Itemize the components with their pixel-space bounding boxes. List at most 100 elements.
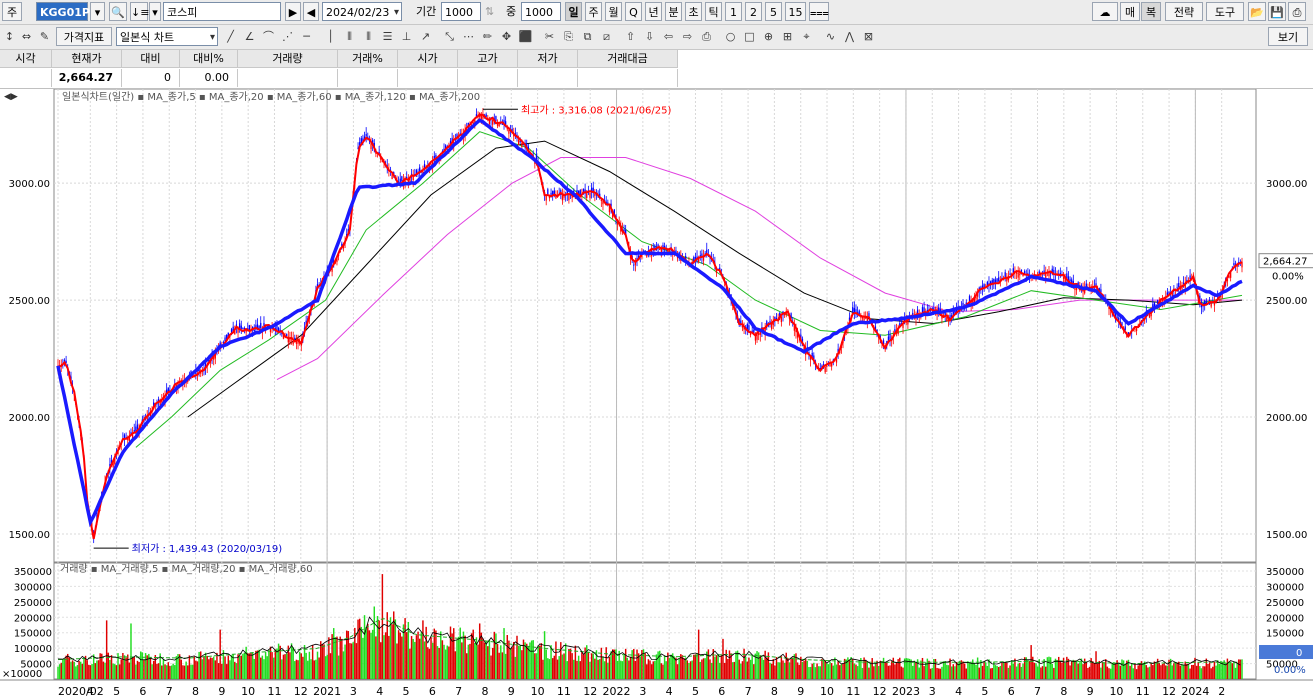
spin-icon[interactable]: ⇅ xyxy=(485,2,494,21)
play-icon[interactable]: ▶ xyxy=(285,2,301,21)
search-icon[interactable]: 🔍 xyxy=(109,2,127,21)
grid-icon[interactable]: ☰ xyxy=(379,27,396,45)
edit-icon[interactable]: ✎ xyxy=(36,27,53,45)
chart-type-select[interactable]: 일본식 차트 xyxy=(116,27,218,47)
wave-icon[interactable]: ∿ xyxy=(822,27,839,45)
tile-icon[interactable]: ⊞ xyxy=(779,27,796,45)
open-icon[interactable]: 📂 xyxy=(1248,2,1266,21)
strategy-button[interactable]: 전략 xyxy=(1165,2,1203,21)
channel-icon[interactable]: ⤡ xyxy=(441,27,458,45)
fill-icon[interactable]: ⬛ xyxy=(517,27,534,45)
volume-bar xyxy=(199,651,202,679)
volume-bar xyxy=(646,664,648,679)
volume-bar xyxy=(407,621,410,679)
interval-tab[interactable]: 년 xyxy=(645,2,662,21)
interval-tab[interactable]: 주 xyxy=(585,2,602,21)
drawing-toolbar: ↕ ⇔ ✎ 가격지표 일본식 차트 ╱∠⌒⋰─│⦀⦀☰⊥↗⤡⋯✏✥⬛✂⎘⧉⧄⇧⇩… xyxy=(0,25,1313,50)
circle-icon[interactable]: ○ xyxy=(722,27,739,45)
up-icon[interactable]: ⇧ xyxy=(622,27,639,45)
peak-icon[interactable]: ⋀ xyxy=(841,27,858,45)
interval-tab[interactable]: 초 xyxy=(685,2,702,21)
cut-icon[interactable]: ✂ xyxy=(541,27,558,45)
trendline-icon[interactable]: ╱ xyxy=(222,27,239,45)
interval-tab[interactable]: 15 xyxy=(785,2,806,21)
interval-tab[interactable]: 5 xyxy=(765,2,782,21)
volume-bar xyxy=(1088,666,1091,679)
volume-bar xyxy=(924,662,927,679)
volume-bar xyxy=(420,632,423,679)
move-icon[interactable]: ✥ xyxy=(498,27,515,45)
back-icon[interactable]: ◀ xyxy=(303,2,319,21)
code-input[interactable]: KGG01P xyxy=(36,2,90,21)
interval-tab[interactable]: 월 xyxy=(605,2,622,21)
delete-icon[interactable]: ⊠ xyxy=(860,27,877,45)
interval-tab[interactable]: 1 xyxy=(725,2,742,21)
sort-icon[interactable]: ↓≡ xyxy=(130,2,149,21)
volume-bar xyxy=(81,663,84,679)
view-button[interactable]: 보기 xyxy=(1268,27,1308,46)
fan-icon[interactable]: ⋰ xyxy=(279,27,296,45)
volume-bar xyxy=(1019,663,1021,679)
copy-button[interactable]: 복 xyxy=(1141,2,1161,21)
perp-icon[interactable]: ⊥ xyxy=(398,27,415,45)
left-icon[interactable]: ⇦ xyxy=(660,27,677,45)
tools-button[interactable]: 도구 xyxy=(1206,2,1244,21)
volume-bar xyxy=(1009,665,1011,679)
interval-tab[interactable]: 일 xyxy=(565,2,582,21)
volume-bar xyxy=(281,659,283,679)
candle-body xyxy=(668,250,671,252)
volume-bar xyxy=(195,660,197,679)
copy-icon[interactable]: ⎘ xyxy=(560,27,577,45)
volume-bar xyxy=(709,659,711,679)
volume-bar xyxy=(448,646,450,679)
history-dropdown-icon[interactable]: ▾ xyxy=(149,2,161,21)
volume-bar xyxy=(976,657,979,679)
arrow-icon[interactable]: ↗ xyxy=(417,27,434,45)
right-icon[interactable]: ⇨ xyxy=(679,27,696,45)
save-icon[interactable]: 💾 xyxy=(1268,2,1286,21)
candle-body xyxy=(698,259,700,263)
name-field[interactable]: 코스피 xyxy=(163,2,281,21)
volume-bar xyxy=(271,652,273,679)
volume-bar xyxy=(1108,668,1110,679)
arc-icon[interactable]: ⌒ xyxy=(260,27,277,45)
interval-tab[interactable]: 분 xyxy=(665,2,682,21)
down-icon[interactable]: ⇩ xyxy=(641,27,658,45)
pencil-icon[interactable]: ✏ xyxy=(479,27,496,45)
zoom-icon[interactable]: ⊕ xyxy=(760,27,777,45)
code-dropdown-icon[interactable]: ▾ xyxy=(90,2,105,21)
rect-icon[interactable]: □ xyxy=(741,27,758,45)
print-icon[interactable]: ⎙ xyxy=(698,27,715,45)
scroll-arrows-icon[interactable]: ◀▶ xyxy=(4,92,18,102)
period-input[interactable]: 1000 xyxy=(441,2,481,21)
volume-bar xyxy=(91,664,93,679)
date-field[interactable]: 2024/02/23 xyxy=(322,2,402,22)
select-icon[interactable]: ⧄ xyxy=(598,27,615,45)
interval-tab[interactable]: Q xyxy=(625,2,642,21)
angle-icon[interactable]: ∠ xyxy=(241,27,258,45)
candle-body xyxy=(550,192,552,195)
fib-icon[interactable]: ⦀ xyxy=(341,27,358,45)
print-icon[interactable]: ⎙ xyxy=(1288,2,1306,21)
crosshair-icon[interactable]: ⩶ xyxy=(809,2,829,21)
vline-icon[interactable]: │ xyxy=(322,27,339,45)
volume-bar xyxy=(1056,659,1058,679)
stock-chart[interactable]: 2020/024 5 6 7 8 9 10 11 12 2021 3 4 5 6 7 8 9 10 11 12 2022… xyxy=(0,89,1313,700)
volume-bar xyxy=(996,665,998,679)
hline-icon[interactable]: ─ xyxy=(298,27,315,45)
indicator-button[interactable]: 가격지표 xyxy=(56,27,112,46)
dots-icon[interactable]: ⋯ xyxy=(460,27,477,45)
count-input[interactable]: 1000 xyxy=(521,2,561,21)
duplicate-icon[interactable]: ⧉ xyxy=(579,27,596,45)
arrows-lr-icon[interactable]: ⇔ xyxy=(18,27,35,45)
volume-bar xyxy=(1130,663,1133,679)
buy-button[interactable]: 매 xyxy=(1120,2,1140,21)
arrow-up-down-icon[interactable]: ↕ xyxy=(1,27,18,45)
cloud-icon[interactable]: ☁ xyxy=(1092,2,1118,21)
interval-tab[interactable]: 2 xyxy=(745,2,762,21)
volume-bar xyxy=(626,657,629,679)
market-select[interactable]: 주 xyxy=(2,2,22,21)
gann-icon[interactable]: ⦀ xyxy=(360,27,377,45)
interval-tab[interactable]: 틱 xyxy=(705,2,722,21)
target-icon[interactable]: ⌖ xyxy=(798,27,815,45)
